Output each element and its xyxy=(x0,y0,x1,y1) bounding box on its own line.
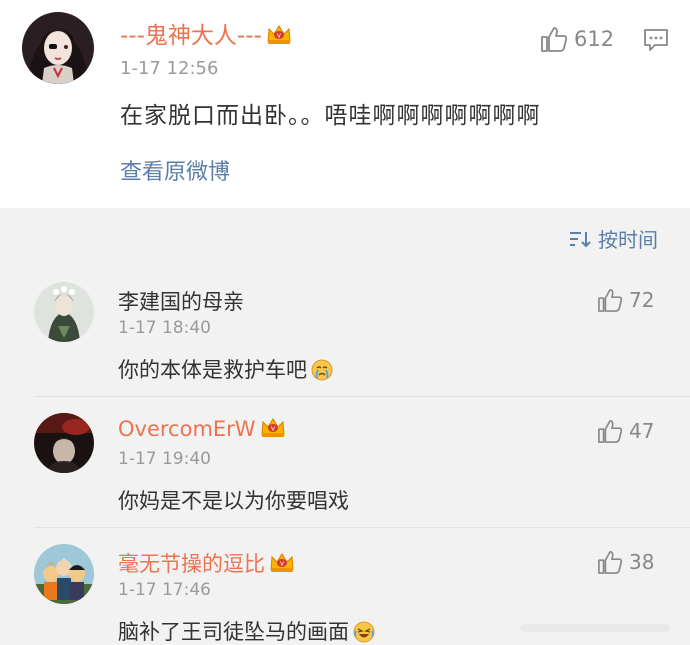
commenter-name-text: 毫无节操的逗比 xyxy=(118,552,265,576)
comment-list: 李建国的母亲 1-17 18:40 你的本体是救护车吧 72 OvercomEr… xyxy=(0,266,690,645)
thumbs-up-icon xyxy=(598,420,623,443)
commenter-name-text: OvercomErW xyxy=(118,417,256,441)
commenter-avatar[interactable] xyxy=(34,544,94,604)
comment-like-button[interactable]: 38 xyxy=(597,550,654,574)
comment-item: 李建国的母亲 1-17 18:40 你的本体是救护车吧 72 xyxy=(0,266,690,396)
comment-like-button[interactable]: 72 xyxy=(597,288,654,312)
vip-crown-icon: v xyxy=(267,25,291,44)
svg-text:v: v xyxy=(271,425,275,433)
comment-text: 脑补了王司徒坠马的画面 xyxy=(118,616,375,645)
post-author-name-text: ---鬼神大人--- xyxy=(120,23,262,49)
weibo-post: ---鬼神大人--- v 1-17 12:56 在家脱口而出卧。。唔哇啊啊啊啊啊啊… xyxy=(0,0,690,208)
comment-timestamp: 1-17 17:46 xyxy=(118,580,211,600)
sort-label: 按时间 xyxy=(598,228,658,252)
sort-by-time-button[interactable]: 按时间 xyxy=(569,224,658,253)
post-author-username[interactable]: ---鬼神大人--- v xyxy=(120,16,292,50)
comment-sort-bar: 按时间 xyxy=(0,208,690,266)
commenter-username[interactable]: 毫无节操的逗比 v xyxy=(118,548,295,578)
thumbs-up-icon xyxy=(598,289,623,312)
vip-crown-icon: v xyxy=(270,553,294,572)
comment-text-content: 你的本体是救护车吧 xyxy=(118,358,307,382)
post-timestamp: 1-17 12:56 xyxy=(120,58,219,79)
svg-text:v: v xyxy=(280,560,284,568)
post-like-button[interactable]: 612 xyxy=(540,26,614,52)
comment-like-count: 72 xyxy=(629,288,655,312)
commenter-avatar[interactable] xyxy=(34,282,94,342)
comment-like-button[interactable]: 47 xyxy=(597,419,654,443)
watermark-image xyxy=(520,624,670,632)
laughing-tears-emoji-icon xyxy=(353,621,375,643)
comment-timestamp: 1-17 19:40 xyxy=(118,449,211,469)
thumbs-up-icon xyxy=(598,551,623,574)
sort-icon xyxy=(570,231,591,247)
crying-face-emoji-icon xyxy=(311,359,333,381)
commenter-username[interactable]: 李建国的母亲 xyxy=(118,286,244,316)
comment-like-count: 38 xyxy=(629,550,655,574)
view-original-weibo-link[interactable]: 查看原微博 xyxy=(120,154,230,186)
svg-text:v: v xyxy=(277,32,281,40)
comment-text: 你妈是不是以为你要唱戏 xyxy=(118,489,349,513)
post-author-avatar[interactable] xyxy=(22,12,94,84)
comment-text: 你的本体是救护车吧 xyxy=(118,354,333,384)
comment-icon xyxy=(644,29,668,51)
commenter-username[interactable]: OvercomErW v xyxy=(118,417,286,441)
comment-text-content: 脑补了王司徒坠马的画面 xyxy=(118,620,349,644)
commenter-avatar[interactable] xyxy=(34,413,94,473)
comment-timestamp: 1-17 18:40 xyxy=(118,318,211,338)
post-comment-button[interactable] xyxy=(643,28,669,56)
comment-like-count: 47 xyxy=(629,419,655,443)
thumbs-up-icon xyxy=(541,27,568,52)
post-content: 在家脱口而出卧。。唔哇啊啊啊啊啊啊啊 xyxy=(120,103,541,129)
post-like-count: 612 xyxy=(574,27,615,51)
vip-crown-icon: v xyxy=(261,418,285,437)
comment-item: OvercomErW v 1-17 19:40 你妈是不是以为你要唱戏 47 xyxy=(0,397,690,527)
